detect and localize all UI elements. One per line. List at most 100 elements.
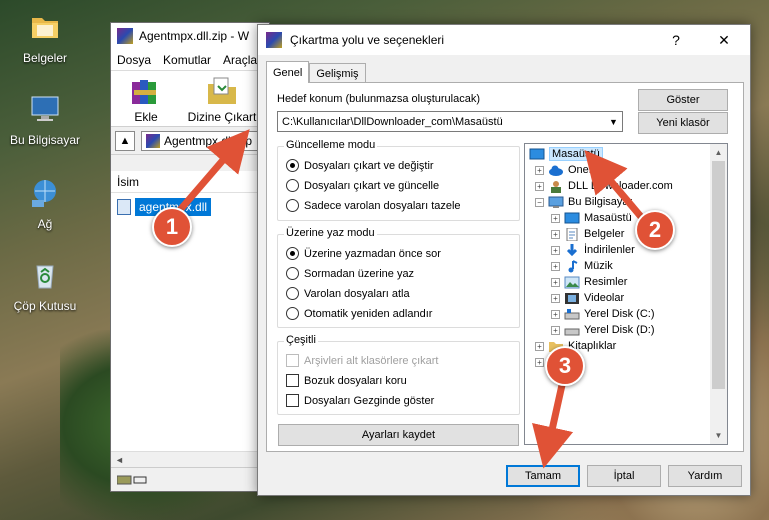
show-button[interactable]: Göster bbox=[638, 89, 728, 111]
tree-node-music[interactable]: + Müzik bbox=[551, 258, 613, 274]
tab-genel[interactable]: Genel bbox=[266, 61, 310, 83]
tree-node-downloads[interactable]: + İndirilenler bbox=[551, 242, 635, 258]
tree-node-label: Müzik bbox=[584, 260, 613, 272]
extract-to-label: Dizine Çıkart bbox=[187, 110, 257, 124]
expand-icon[interactable]: + bbox=[535, 341, 544, 351]
tree-node-videos[interactable]: + Videolar bbox=[551, 290, 624, 306]
ok-button[interactable]: Tamam bbox=[506, 465, 580, 487]
folder-icon bbox=[32, 18, 58, 38]
tree-node-label: DLL Downloader.com bbox=[568, 180, 673, 192]
radio-indicator bbox=[286, 267, 299, 280]
extract-folder-icon bbox=[208, 77, 236, 104]
dialog-titlebar[interactable]: Çıkartma yolu ve seçenekleri ? ✕ bbox=[258, 25, 750, 55]
add-button-label: Ekle bbox=[134, 110, 158, 124]
expand-icon[interactable]: + bbox=[535, 181, 544, 191]
close-button[interactable]: ✕ bbox=[702, 25, 746, 55]
tree-node-documents[interactable]: + Belgeler bbox=[551, 226, 624, 242]
radio-ask-before-overwrite[interactable]: Üzerine yazmadan önce sor bbox=[286, 247, 441, 260]
chevron-down-icon[interactable]: ▼ bbox=[605, 112, 622, 131]
winrar-window: Agentmpx.dll.zip - W Dosya Komutlar Araç… bbox=[110, 22, 270, 492]
new-folder-button[interactable]: Yeni klasör bbox=[638, 112, 728, 134]
desktop-icon-cop-kutusu[interactable]: Çöp Kutusu bbox=[0, 258, 90, 313]
address-field[interactable]: Agentmpx.dll.zip bbox=[141, 130, 269, 151]
desktop-icon-ag[interactable]: Ağ bbox=[0, 176, 90, 231]
scroll-left-arrow[interactable]: ◄ bbox=[115, 455, 124, 465]
expand-icon[interactable]: + bbox=[551, 261, 560, 271]
radio-label: Varolan dosyaları atla bbox=[304, 287, 410, 300]
tree-node-this-pc[interactable]: − Bu Bilgisayar bbox=[535, 194, 632, 210]
expand-icon[interactable]: + bbox=[551, 309, 560, 319]
scroll-thumb[interactable] bbox=[712, 161, 725, 389]
tree-node-label: Masaüstü bbox=[549, 147, 603, 161]
desktop-icon-belgeler[interactable]: Belgeler bbox=[0, 10, 90, 65]
destination-label: Hedef konum (bulunmazsa oluşturulacak) bbox=[277, 93, 480, 105]
winrar-menubar: Dosya Komutlar Araçla bbox=[111, 49, 269, 71]
tree-node-label: Videolar bbox=[584, 292, 625, 304]
expand-icon[interactable]: + bbox=[551, 213, 560, 223]
expand-icon[interactable]: + bbox=[551, 277, 560, 287]
tree-node-pc-desktop[interactable]: + Masaüstü bbox=[551, 210, 632, 226]
radio-extract-update[interactable]: Dosyaları çıkart ve güncelle bbox=[286, 179, 439, 192]
radio-extract-replace[interactable]: Dosyaları çıkart ve değiştir bbox=[286, 159, 434, 172]
expand-icon[interactable]: + bbox=[551, 293, 560, 303]
tree-node-user[interactable]: + DLL Downloader.com bbox=[535, 178, 673, 194]
scroll-down-arrow[interactable]: ▼ bbox=[710, 427, 727, 444]
tree-node-disk-d[interactable]: + Yerel Disk (D:) bbox=[551, 322, 655, 338]
tab-gelismis[interactable]: Gelişmiş bbox=[309, 63, 366, 83]
music-note-icon bbox=[568, 259, 578, 272]
checkbox-indicator bbox=[286, 354, 299, 367]
scroll-up-arrow[interactable]: ▲ bbox=[710, 144, 727, 161]
destination-combo[interactable]: C:\Kullanıcılar\DllDownloader_com\Masaüs… bbox=[277, 111, 623, 132]
misc-group: Çeşitli Arşivleri alt klasörlere çıkart … bbox=[277, 334, 520, 415]
expand-icon[interactable]: + bbox=[535, 165, 544, 175]
radio-auto-rename[interactable]: Otomatik yeniden adlandır bbox=[286, 307, 432, 320]
user-folder-icon bbox=[551, 180, 561, 193]
collapse-icon[interactable]: − bbox=[535, 197, 544, 207]
checkbox-indicator bbox=[286, 394, 299, 407]
save-settings-button[interactable]: Ayarları kaydet bbox=[278, 424, 519, 446]
tree-node-pictures[interactable]: + Resimler bbox=[551, 274, 627, 290]
help-title-button[interactable]: ? bbox=[654, 25, 698, 55]
documents-icon bbox=[566, 227, 578, 241]
radio-selected-indicator bbox=[286, 247, 299, 260]
tree-vertical-scrollbar[interactable]: ▲ ▼ bbox=[710, 144, 727, 444]
up-folder-icon[interactable]: ▲ bbox=[115, 130, 135, 151]
column-header-name[interactable]: İsim bbox=[111, 171, 269, 193]
winrar-titlebar[interactable]: Agentmpx.dll.zip - W bbox=[111, 23, 269, 49]
expand-icon[interactable]: + bbox=[551, 325, 560, 335]
winrar-toolbar: Ekle Dizine Çıkart bbox=[111, 71, 269, 127]
radio-indicator bbox=[286, 307, 299, 320]
check-show-in-explorer[interactable]: Dosyaları Gezginde göster bbox=[286, 394, 434, 407]
desktop-icon bbox=[564, 212, 580, 223]
file-row[interactable]: agentmpx.dll bbox=[117, 197, 263, 217]
expand-icon[interactable]: + bbox=[535, 357, 544, 367]
cancel-button[interactable]: İptal bbox=[587, 465, 661, 487]
help-button[interactable]: Yardım bbox=[668, 465, 742, 487]
expand-icon[interactable]: + bbox=[551, 245, 560, 255]
radio-overwrite-without-prompt[interactable]: Sormadan üzerine yaz bbox=[286, 267, 414, 280]
books-archive-icon bbox=[132, 80, 156, 104]
expand-icon[interactable]: + bbox=[551, 229, 560, 239]
radio-skip-existing[interactable]: Varolan dosyaları atla bbox=[286, 287, 410, 300]
tree-node-desktop[interactable]: Masaüstü bbox=[529, 146, 603, 162]
file-list: İsim agentmpx.dll bbox=[111, 171, 269, 467]
drive-key-icon bbox=[117, 475, 147, 484]
radio-freshen-existing[interactable]: Sadece varolan dosyaları tazele bbox=[286, 199, 461, 212]
winrar-address-bar: ▲ Agentmpx.dll.zip bbox=[111, 127, 269, 155]
menu-komutlar[interactable]: Komutlar bbox=[157, 53, 217, 67]
desktop-icon-bu-bilgisayar[interactable]: Bu Bilgisayar bbox=[0, 92, 90, 147]
desktop-icon-label: Belgeler bbox=[22, 51, 68, 65]
add-button[interactable]: Ekle bbox=[111, 74, 181, 126]
dialog-tabs: Genel Gelişmiş bbox=[266, 61, 366, 83]
destination-value: C:\Kullanıcılar\DllDownloader_com\Masaüs… bbox=[282, 115, 503, 128]
horizontal-scrollbar[interactable]: ◄ bbox=[111, 451, 269, 467]
tree-node-onedrive[interactable]: + OneDrive bbox=[535, 162, 614, 178]
archive-icon bbox=[146, 133, 160, 148]
download-arrow-icon bbox=[566, 243, 578, 256]
tree-node-label: İndirilenler bbox=[584, 244, 635, 256]
tree-node-disk-c[interactable]: + Yerel Disk (C:) bbox=[551, 306, 655, 322]
tree-node-label: Bu Bilgisayar bbox=[568, 196, 633, 208]
check-keep-broken-files[interactable]: Bozuk dosyaları koru bbox=[286, 374, 407, 387]
extract-to-button[interactable]: Dizine Çıkart bbox=[181, 74, 263, 126]
menu-dosya[interactable]: Dosya bbox=[111, 53, 157, 67]
